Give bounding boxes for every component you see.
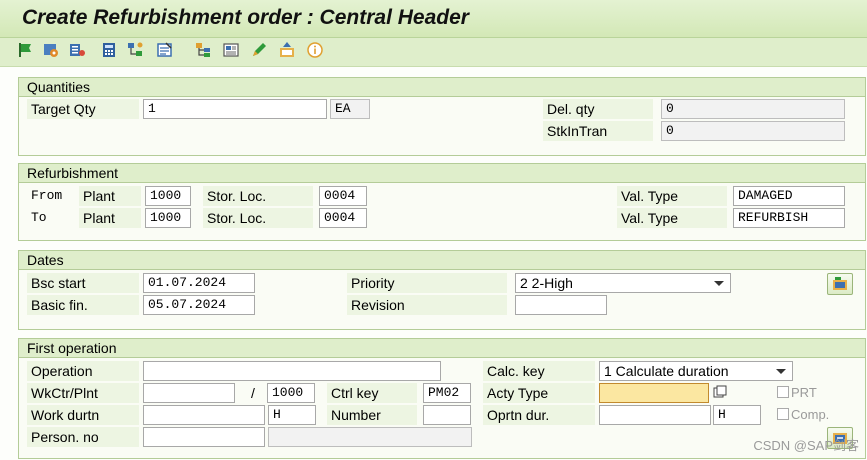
from-val-type-field[interactable]: DAMAGED [733,186,845,206]
work-durtn-label: Work durtn [27,405,139,425]
prt-label: PRT [791,385,817,400]
ctrl-key-label: Ctrl key [327,383,417,403]
target-qty-label: Target Qty [27,99,139,119]
comp-checkbox: Comp. [777,406,829,424]
calc-key-value: 1 Calculate duration [604,363,729,379]
oprtn-unit-field[interactable]: H [713,405,761,425]
stk-in-tran-label: StkInTran [543,121,653,141]
tree-icon[interactable] [126,41,144,59]
work-durtn-field[interactable] [143,405,265,425]
comp-label: Comp. [791,407,830,422]
checkbox-icon [777,386,789,398]
checkbox-icon [777,408,789,420]
oprtn-dur-label: Oprtn dur. [483,405,595,425]
from-plant-field[interactable]: 1000 [145,186,191,206]
title-bar: Create Refurbishment order : Central Hea… [0,0,867,38]
watermark: CSDN @SAP剑客 [753,438,859,453]
dates-group: Dates Bsc start 01.07.2024 Basic fin. 05… [18,250,866,330]
stk-in-tran-field: 0 [661,121,845,141]
number-label: Number [327,405,417,425]
to-label: To [31,210,47,225]
del-qty-field: 0 [661,99,845,119]
priority-dropdown[interactable]: 2 2-High [515,273,731,293]
dates-title: Dates [27,252,64,268]
chevron-down-icon [776,369,786,374]
scheduling-button[interactable] [827,273,853,295]
wkctr-separator: / [251,385,255,401]
from-val-type-label: Val. Type [617,186,727,206]
oprtn-dur-field[interactable] [599,405,711,425]
from-plant-label: Plant [79,186,141,206]
from-stor-loc-label: Stor. Loc. [203,186,313,206]
revision-field[interactable] [515,295,607,315]
calc-key-dropdown[interactable]: 1 Calculate duration [599,361,793,381]
refurbishment-header: Refurbishment [19,164,865,183]
to-val-type-label: Val. Type [617,208,727,228]
schedule-icon [833,277,847,290]
refurbishment-group: Refurbishment From Plant 1000 Stor. Loc.… [18,163,866,241]
first-operation-header: First operation [19,339,865,358]
ctrl-key-field[interactable]: PM02 [423,383,471,403]
document-icon[interactable] [222,41,240,59]
basic-fin-field[interactable]: 05.07.2024 [143,295,255,315]
person-no-label: Person. no [27,427,139,447]
info-icon[interactable] [306,41,324,59]
quantities-header: Quantities [19,78,865,97]
to-plant-label: Plant [79,208,141,228]
acty-type-label: Acty Type [483,383,595,403]
window-title: Create Refurbishment order : Central Hea… [22,6,469,29]
quantities-group: Quantities Target Qty 1 EA Del. qty 0 St… [18,77,866,156]
to-stor-loc-field[interactable]: 0004 [319,208,367,228]
edit-pen-icon[interactable] [250,41,268,59]
revision-label: Revision [347,295,507,315]
unit-field[interactable]: EA [330,99,370,119]
priority-label: Priority [347,273,507,293]
upload-icon[interactable] [278,41,296,59]
refurbishment-title: Refurbishment [27,165,119,181]
wkctr-plnt-label: WkCtr/Plnt [27,383,139,403]
first-operation-title: First operation [27,340,117,356]
work-unit-field[interactable]: H [268,405,316,425]
basic-fin-label: Basic fin. [27,295,139,315]
prt-checkbox: PRT [777,384,817,402]
operation-field[interactable] [143,361,441,381]
main-content: Quantities Target Qty 1 EA Del. qty 0 St… [0,66,867,460]
dates-header: Dates [19,251,865,270]
number-field[interactable] [423,405,471,425]
calculator-icon[interactable] [100,41,118,59]
from-label: From [31,188,63,203]
application-toolbar [0,38,867,64]
target-qty-field[interactable]: 1 [143,99,327,119]
quantities-title: Quantities [27,79,91,95]
bsc-start-field[interactable]: 01.07.2024 [143,273,255,293]
first-operation-group: First operation Operation WkCtr/Plnt / 1… [18,338,866,459]
work-center-field[interactable] [143,383,235,403]
person-name-field [268,427,472,447]
del-qty-label: Del. qty [543,99,653,119]
priority-value: 2 2-High [520,275,573,291]
task-list-icon[interactable] [156,41,174,59]
list-icon[interactable] [68,41,86,59]
hierarchy-icon[interactable] [194,41,212,59]
to-stor-loc-label: Stor. Loc. [203,208,313,228]
from-stor-loc-field[interactable]: 0004 [319,186,367,206]
settings-icon[interactable] [42,41,60,59]
to-plant-field[interactable]: 1000 [145,208,191,228]
acty-type-field[interactable] [599,383,709,403]
calc-key-label: Calc. key [483,361,595,381]
wkctr-plant-field[interactable]: 1000 [267,383,315,403]
to-val-type-field[interactable]: REFURBISH [733,208,845,228]
chevron-down-icon [714,281,724,286]
flag-icon[interactable] [16,41,34,59]
bsc-start-label: Bsc start [27,273,139,293]
person-no-field[interactable] [143,427,265,447]
value-help-icon[interactable] [713,385,727,399]
operation-label: Operation [27,361,139,381]
